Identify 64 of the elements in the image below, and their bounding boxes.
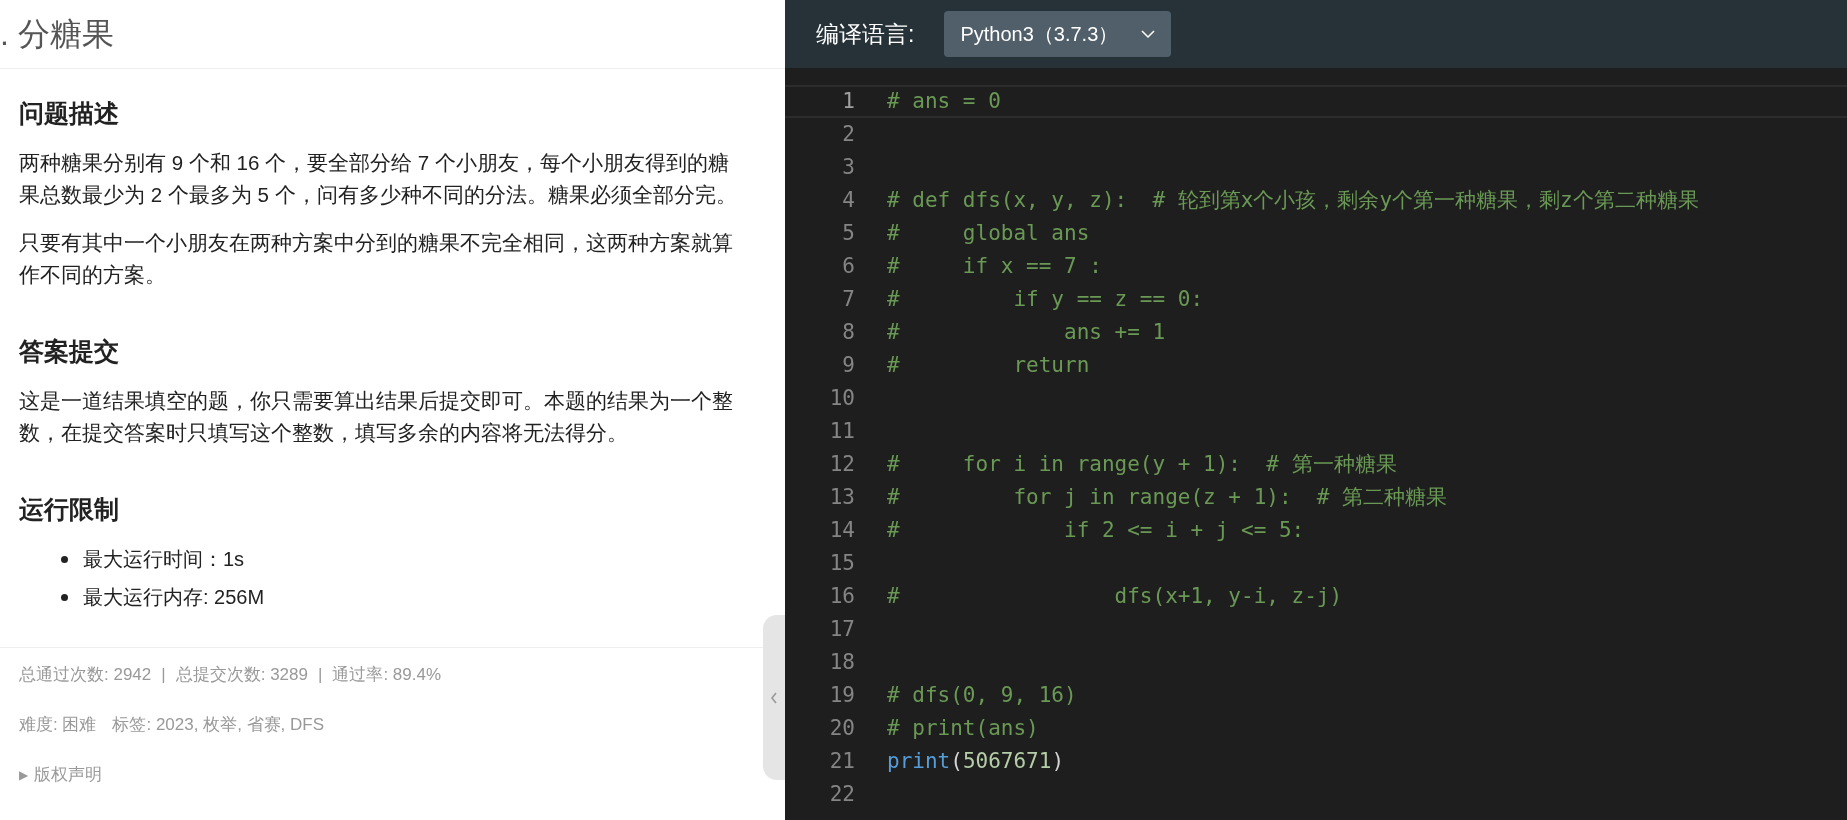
stat-text: |	[161, 664, 166, 687]
stat-text: 总通过次数: 2942	[19, 664, 152, 687]
limit-item: 最大运行时间：1s	[83, 547, 245, 572]
code-token: # def dfs(x, y, z): # 轮到第x个小孩，剩余y个第一种糖果，剩z个第二种糖果	[887, 186, 1699, 214]
section-heading: 答案提交	[19, 336, 120, 367]
code-token: # if 2 <= i + j <= 5:	[887, 516, 1305, 544]
code-token: # ans = 0	[887, 87, 1001, 115]
line-number: 1	[841, 87, 855, 115]
line-number: 11	[828, 417, 855, 445]
chevron-down-icon	[1141, 29, 1156, 39]
line-number: 10	[828, 384, 855, 412]
paragraph: 两种糖果分别有 9 个和 16 个，要全部分给 7 个小朋友，每个小朋友得到的糖果总数最少为 2 个最多为 5 个，问有多少种不同的分法。糖果必须全部分完。	[19, 150, 738, 208]
line-number: 13	[828, 483, 855, 511]
code-token: # for j in range(z + 1): # 第二种糖果	[887, 483, 1448, 511]
line-number: 9	[841, 351, 855, 379]
chevron-left-icon	[769, 690, 779, 705]
line-number: 18	[828, 648, 855, 676]
line-number: 8	[841, 318, 855, 346]
copyright-toggle[interactable]: 版权声明	[34, 762, 102, 788]
problem-title: . 分糖果	[0, 18, 114, 50]
line-number: 5	[841, 219, 855, 247]
paragraph: 这是一道结果填空的题，你只需要算出结果后提交即可。本题的结果为一个整数，在提交答案时只填写这个整数，填写多余的内容将无法得分。	[19, 388, 734, 446]
collapse-handle[interactable]	[763, 615, 785, 780]
line-number: 4	[841, 186, 855, 214]
language-dropdown[interactable]: Python3（3.7.3）	[944, 11, 1172, 57]
language-label: 编译语言:	[816, 19, 915, 49]
code-token: # if y == z == 0:	[887, 285, 1204, 313]
line-number: 3	[841, 153, 855, 181]
line-number: 22	[828, 780, 855, 808]
limit-item: 最大运行内存: 256M	[83, 585, 265, 610]
code-token: )	[1051, 747, 1065, 775]
section-heading: 运行限制	[19, 494, 120, 525]
bullet-icon	[61, 593, 68, 601]
code-token: print	[887, 747, 951, 775]
code-token: (	[950, 747, 963, 775]
difficulty-text: 难度: 困难	[19, 714, 97, 737]
code-token: # dfs(x+1, y-i, z-j)	[887, 582, 1343, 610]
stat-text: 总提交次数: 3289	[175, 664, 308, 687]
line-number: 20	[828, 714, 855, 742]
code-token: # ans += 1	[887, 318, 1166, 346]
code-token: # return	[887, 351, 1090, 379]
section-heading: 问题描述	[19, 98, 120, 129]
line-number: 14	[828, 516, 855, 544]
paragraph: 只要有其中一个小朋友在两种方案中分到的糖果不完全相同，这两种方案就算作不同的方案。	[19, 230, 734, 288]
code-token: # if x == 7 :	[887, 252, 1102, 280]
line-number: 19	[828, 681, 855, 709]
line-number: 6	[841, 252, 855, 280]
expand-arrow[interactable]: ▶	[19, 766, 28, 784]
code-token: # for i in range(y + 1): # 第一种糖果	[887, 450, 1397, 478]
stat-text: |	[317, 664, 323, 687]
line-number: 16	[828, 582, 855, 610]
stat-text: 通过率: 89.4%	[332, 664, 442, 687]
tags-text: 标签: 2023, 枚举, 省赛, DFS	[112, 714, 325, 737]
line-number: 2	[841, 120, 855, 148]
line-number: 15	[828, 549, 855, 577]
line-number: 7	[841, 285, 855, 313]
code-token: # global ans	[887, 219, 1090, 247]
line-number: 12	[828, 450, 855, 478]
code-token: # dfs(0, 9, 16)	[887, 681, 1077, 709]
bullet-icon	[61, 555, 68, 563]
code-token: 5067671	[962, 747, 1052, 775]
line-number: 21	[828, 747, 855, 775]
code-token: # print(ans)	[887, 714, 1039, 742]
line-number: 17	[828, 615, 855, 643]
